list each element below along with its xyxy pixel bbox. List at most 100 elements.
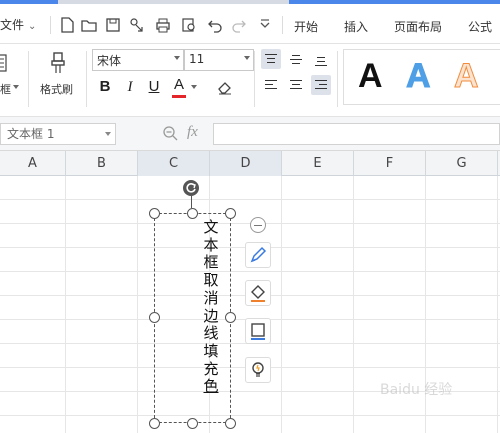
resize-handle-bottom-right[interactable] [225, 418, 236, 429]
align-left-button[interactable] [261, 75, 281, 95]
shape-fill-button[interactable] [245, 280, 271, 306]
chevron-down-icon [244, 56, 250, 60]
divider [50, 16, 51, 34]
divider [86, 51, 87, 107]
column-header-e[interactable]: E [282, 151, 354, 176]
resize-handle-top-right[interactable] [225, 208, 236, 219]
column-header-d[interactable]: D [210, 151, 282, 176]
text-char: 填 [203, 341, 219, 360]
column-header-b[interactable]: B [66, 151, 138, 176]
shape-style-button[interactable] [245, 242, 271, 268]
divider [254, 51, 255, 107]
wordart-style-black[interactable]: A [358, 56, 383, 96]
underline-button[interactable]: U [144, 76, 164, 98]
formula-input[interactable] [213, 123, 500, 145]
gridline [281, 176, 282, 433]
name-box[interactable]: 文本框 1 [0, 123, 116, 145]
menu-bar: 文件 ⌄ 开始 插入 页面布局 公式 [0, 4, 500, 44]
text-box[interactable] [154, 213, 231, 423]
font-size-value: 11 [189, 52, 205, 66]
customize-quick-access-icon[interactable] [256, 16, 274, 34]
shape-outline-button[interactable] [245, 318, 271, 344]
column-header-g[interactable]: G [426, 151, 498, 176]
tab-insert[interactable]: 插入 [344, 18, 368, 35]
align-right-button[interactable] [311, 75, 331, 95]
align-center-button[interactable] [286, 75, 306, 95]
textbox-icon[interactable] [0, 53, 10, 75]
eraser-icon[interactable] [216, 78, 234, 96]
save-icon[interactable] [104, 16, 122, 34]
gridline [137, 176, 138, 433]
fill-color-icon [251, 285, 265, 302]
format-painter-label[interactable]: 格式刷 [40, 81, 73, 97]
text-char: 文 [203, 218, 219, 236]
resize-handle-top[interactable] [187, 208, 198, 219]
gridline [0, 415, 500, 416]
font-color-swatch [172, 95, 186, 98]
resize-handle-left[interactable] [149, 312, 160, 323]
text-char: 取 [203, 271, 219, 290]
resize-handle-bottom[interactable] [187, 418, 198, 429]
ribbon: 框 格式刷 宋体 11 B I U A A A A [0, 45, 500, 117]
spreadsheet-grid[interactable]: A B C D E F G 文 本 框 取 消 边 线 填 充 色 Baidu … [0, 151, 500, 433]
column-header-f[interactable]: F [354, 151, 426, 176]
gridline [0, 199, 500, 200]
align-middle-button[interactable] [286, 49, 306, 69]
wordart-style-blue[interactable]: A [406, 56, 432, 96]
chevron-down-icon [105, 132, 111, 136]
watermark: Baidu 经验 [380, 382, 453, 398]
zoom-out-icon[interactable] [162, 125, 178, 141]
divider [337, 51, 338, 107]
name-box-value: 文本框 1 [7, 127, 55, 141]
redo-icon[interactable] [230, 16, 248, 34]
resize-handle-bottom-left[interactable] [149, 418, 160, 429]
chevron-down-icon [174, 56, 180, 60]
align-top-button[interactable] [261, 49, 281, 69]
file-menu-label: 文件 [0, 18, 25, 32]
file-menu[interactable]: 文件 ⌄ [0, 16, 36, 33]
chevron-down-icon: ⌄ [28, 21, 37, 32]
text-char: 色 [203, 377, 219, 396]
chevron-down-icon[interactable] [13, 85, 19, 89]
fx-label[interactable]: fx [187, 124, 198, 141]
align-bottom-button[interactable] [311, 49, 331, 69]
chevron-down-icon[interactable] [191, 85, 197, 89]
tab-formulas[interactable]: 公式 [468, 18, 492, 35]
column-header-a[interactable]: A [0, 151, 66, 176]
tab-page-layout[interactable]: 页面布局 [394, 18, 442, 35]
smart-tips-button[interactable] [245, 357, 271, 383]
gridline [497, 176, 498, 433]
resize-handle-top-left[interactable] [149, 208, 160, 219]
textbox-label[interactable]: 框 [0, 81, 11, 97]
font-name-select[interactable]: 宋体 [92, 49, 184, 71]
rotation-stem [191, 196, 192, 208]
wordart-style-orange[interactable]: A [454, 56, 480, 96]
font-name-value: 宋体 [97, 54, 122, 68]
undo-icon[interactable] [206, 16, 224, 34]
wordart-gallery: A A A [343, 49, 500, 105]
divider [282, 16, 283, 34]
bold-button[interactable]: B [95, 76, 115, 98]
text-char: 线 [203, 324, 219, 343]
new-file-icon[interactable] [58, 16, 76, 34]
column-header-c[interactable]: C [138, 151, 210, 176]
italic-button[interactable]: I [120, 76, 140, 98]
column-header-bar: A B C D E F G [0, 151, 500, 176]
print-icon[interactable] [154, 16, 172, 34]
gridline [0, 271, 500, 272]
font-color-button[interactable]: A [169, 74, 189, 96]
tab-home[interactable]: 开始 [294, 18, 318, 35]
gridline [65, 176, 66, 433]
outline-icon [251, 323, 265, 340]
format-painter-icon[interactable] [46, 51, 70, 75]
text-box-content[interactable]: 文 本 框 取 消 边 线 填 充 色 [203, 218, 219, 396]
text-char: 消 [203, 288, 219, 307]
collapse-icon[interactable] [250, 217, 266, 233]
print-preview-icon[interactable] [180, 16, 198, 34]
open-folder-icon[interactable] [80, 16, 98, 34]
font-size-select[interactable]: 11 [184, 49, 254, 71]
resize-handle-right[interactable] [225, 312, 236, 323]
export-icon[interactable] [128, 16, 146, 34]
gridline [353, 176, 354, 433]
rotate-icon[interactable] [183, 180, 199, 196]
